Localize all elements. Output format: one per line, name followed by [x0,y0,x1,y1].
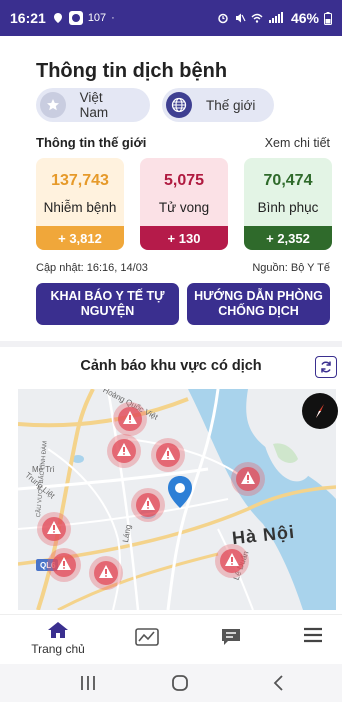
home-circle-icon [172,675,188,691]
warning-dot [167,457,169,459]
region-tabs: Việt Nam Thế giới [36,88,274,122]
data-source: Nguồn: Bộ Y Tế [252,262,330,274]
back-button[interactable] [268,672,288,694]
update-info: Cập nhật: 16:16, 14/03 Nguồn: Bộ Y Tế [36,262,330,274]
warning-dot [147,507,149,509]
warning-dot [231,563,233,565]
wifi-icon [251,13,263,23]
system-navigation-bar [0,664,342,702]
recovered-label: Bình phục [257,200,319,215]
signal-icon [268,12,283,23]
home-system-button[interactable] [170,672,190,694]
view-details-link[interactable]: Xem chi tiết [265,136,330,150]
refresh-icon [321,361,331,373]
warning-marker[interactable] [214,543,250,579]
warning-marker[interactable] [46,547,82,583]
tab-world[interactable]: Thế giới [162,88,274,122]
recent-apps-icon [81,676,95,690]
mute-icon [235,13,246,23]
infected-label: Nhiễm bệnh [43,200,117,215]
warning-dot [123,453,125,455]
warning-marker[interactable] [130,487,166,523]
star-icon [40,92,66,118]
status-bar: 16:21 107 · 46% [0,0,342,36]
warning-dot [247,481,249,483]
section-divider [0,341,342,347]
home-icon [48,622,68,638]
tab-vietnam[interactable]: Việt Nam [36,88,150,122]
tab-vietnam-label: Việt Nam [79,90,109,120]
menu-icon [304,627,322,643]
warning-marker[interactable] [36,511,72,547]
globe-icon [166,92,192,118]
infected-value: 137,743 [51,172,109,189]
health-declaration-button[interactable]: KHAI BÁO Y TẾ TỰ NGUYỆN [36,283,179,325]
warning-marker[interactable] [112,401,148,437]
app-icon [68,11,83,25]
outbreak-map[interactable]: Hoàng Quốc Việt Mễ Trì CẦU VƯỢT BẮC LINH… [18,389,336,610]
section-title: Thông tin thế giới [36,135,147,150]
recovered-value: 70,474 [263,172,313,189]
alarm-icon [218,13,228,24]
notification-icons: 107 · [52,11,115,25]
back-icon [273,675,283,691]
world-section-header: Thông tin thế giới Xem chi tiết [36,135,330,150]
warning-dot [105,575,107,577]
warning-marker[interactable] [106,433,142,469]
location-icon [53,13,62,23]
deaths-label: Tử vong [158,200,210,215]
warning-dot [63,567,65,569]
warning-dot [53,531,55,533]
recent-apps-button[interactable] [78,672,98,694]
compass-icon [316,404,324,418]
dot-icon: · [111,12,115,24]
warning-marker[interactable] [88,555,124,591]
warning-marker[interactable] [150,437,186,473]
map-title: Cảnh báo khu vực có dịch [80,358,262,374]
tab-world-label: Thế giới [206,97,256,113]
refresh-button[interactable] [315,356,337,378]
deaths-delta: + 130 [140,226,228,250]
stat-card-deaths: 5,075 Tử vong + 130 [140,158,228,250]
status-right: 46% [217,10,332,26]
warning-dot [129,421,131,423]
nav-home-label: Trang chủ [31,642,85,656]
stat-card-infected: 137,743 Nhiễm bệnh + 3,812 [36,158,124,250]
warning-marker[interactable] [230,461,266,497]
battery-level: 46% [290,10,319,26]
bottom-navigation: Trang chủ [0,614,342,664]
infected-delta: + 3,812 [36,226,124,250]
updated-time: Cập nhật: 16:16, 14/03 [36,262,148,274]
recovered-delta: + 2,352 [244,226,332,250]
page-title: Thông tin dịch bệnh [36,60,228,82]
stat-card-recovered: 70,474 Bình phục + 2,352 [244,158,332,250]
battery-icon [324,11,332,25]
prevention-guide-button[interactable]: HƯỚNG DẪN PHÒNG CHỐNG DỊCH [187,283,330,325]
location-pin-icon[interactable] [167,475,193,509]
notification-count: 107 [87,12,107,24]
messages-icon [222,629,240,645]
deaths-value: 5,075 [163,172,205,189]
stats-icon [135,628,159,646]
status-time: 16:21 [10,10,46,26]
compass-button[interactable] [302,393,338,429]
